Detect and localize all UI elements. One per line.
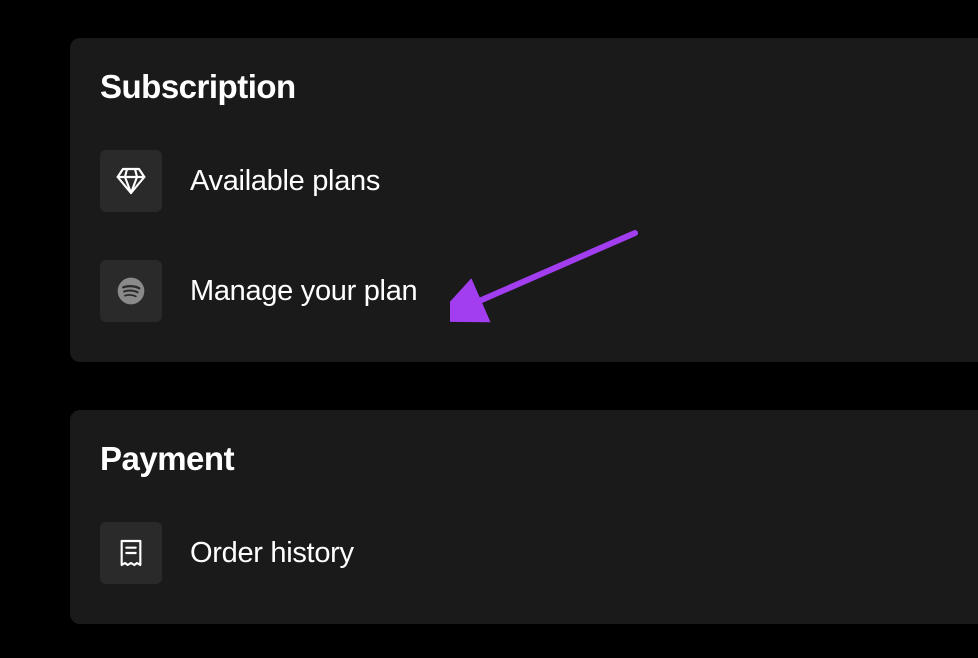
subscription-title: Subscription: [100, 68, 948, 106]
manage-plan-label: Manage your plan: [190, 275, 417, 308]
diamond-icon: [100, 150, 162, 212]
payment-card: Payment Order history: [70, 410, 978, 624]
subscription-card: Subscription Available plans Manage your…: [70, 38, 978, 362]
available-plans-label: Available plans: [190, 165, 380, 198]
receipt-icon: [100, 522, 162, 584]
order-history-label: Order history: [190, 537, 354, 570]
payment-title: Payment: [100, 440, 948, 478]
order-history-item[interactable]: Order history: [100, 522, 948, 584]
manage-plan-item[interactable]: Manage your plan: [100, 260, 948, 322]
available-plans-item[interactable]: Available plans: [100, 150, 948, 212]
spotify-icon: [100, 260, 162, 322]
